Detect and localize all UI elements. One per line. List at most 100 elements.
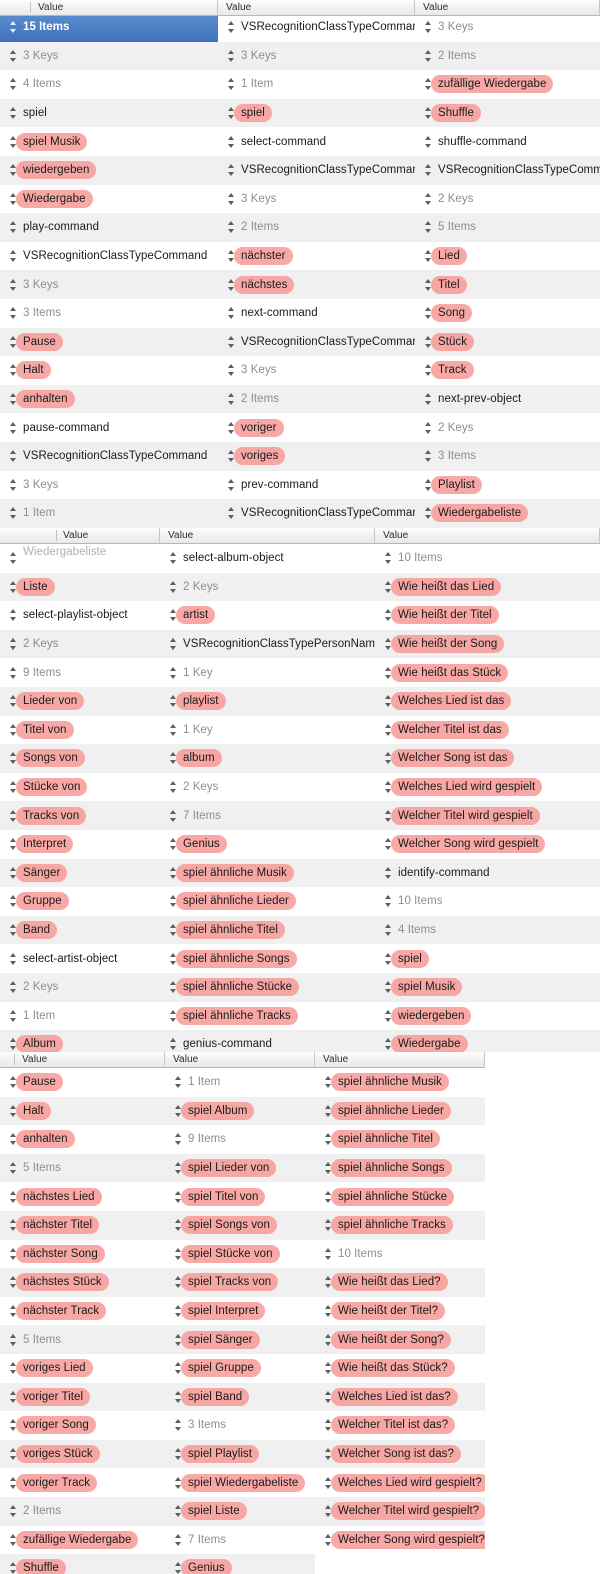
stepper-icon[interactable] xyxy=(169,637,178,651)
stepper-icon[interactable] xyxy=(227,335,236,349)
stepper-icon[interactable] xyxy=(324,1247,333,1261)
table-row[interactable]: spiel Musik xyxy=(0,127,218,156)
stepper-icon[interactable] xyxy=(424,49,433,63)
stepper-icon[interactable] xyxy=(9,666,18,680)
table-row[interactable]: Wie heißt das Stück? xyxy=(315,1353,485,1383)
table-row[interactable]: 3 Keys xyxy=(218,356,415,385)
table-row[interactable]: spiel ähnliche Tracks xyxy=(160,1001,375,1031)
stepper-icon[interactable] xyxy=(9,449,18,463)
column-header-p1c1[interactable]: Value xyxy=(0,0,218,16)
table-row[interactable]: Shuffle xyxy=(415,98,600,128)
table-row[interactable]: Shuffle xyxy=(0,1554,165,1574)
table-row[interactable]: nächster Song xyxy=(0,1239,165,1269)
stepper-icon[interactable] xyxy=(424,135,433,149)
table-row[interactable]: 2 Items xyxy=(415,41,600,71)
table-row[interactable]: 4 Items xyxy=(375,915,600,945)
column-header-p2c1[interactable]: Value xyxy=(0,528,160,544)
table-row[interactable]: 2 Items xyxy=(218,384,415,414)
column-header-p3c2[interactable]: Value xyxy=(165,1052,315,1068)
table-row[interactable]: Wiedergabeliste xyxy=(415,499,600,528)
table-row[interactable]: Welches Lied ist das xyxy=(375,686,600,716)
table-row[interactable]: VSRecognitionClassTypeCommand xyxy=(218,155,415,185)
table-row[interactable]: spiel Liste xyxy=(165,1496,315,1526)
table-row[interactable]: spiel ähnliche Stücke xyxy=(315,1182,485,1211)
table-row[interactable]: zufällige Wiedergabe xyxy=(415,70,600,99)
stepper-icon[interactable] xyxy=(227,220,236,234)
table-row[interactable]: 10 Items xyxy=(375,544,600,573)
table-row[interactable]: prev-command xyxy=(218,470,415,500)
stepper-icon[interactable] xyxy=(9,637,18,651)
table-row[interactable]: VSRecognitionClassTypeCommand xyxy=(0,441,218,471)
column-header-p3c1[interactable]: Value xyxy=(0,1052,165,1068)
value-column-p3c2[interactable]: Value 1 Item spiel Album 9 Items spiel Lied… xyxy=(165,1052,315,1574)
table-row[interactable]: play-command xyxy=(0,213,218,242)
table-row[interactable]: 2 Keys xyxy=(0,972,160,1002)
value-column-p1c1[interactable]: Value 15 Items 3 Keys 4 Items spiel spiel Mu… xyxy=(0,0,218,528)
table-row[interactable]: spiel Interpret xyxy=(165,1296,315,1326)
table-row[interactable]: voriges Stück xyxy=(0,1439,165,1469)
table-row[interactable]: nächster Track xyxy=(0,1296,165,1326)
table-row[interactable]: spiel Tracks von xyxy=(165,1268,315,1297)
column-header-p2c3[interactable]: Value xyxy=(375,528,600,544)
table-row[interactable]: album xyxy=(160,744,375,773)
table-row[interactable]: 1 Key xyxy=(160,658,375,687)
stepper-icon[interactable] xyxy=(424,392,433,406)
column-body-p2c2[interactable]: select-album-object 2 Keys artist VSRecogni… xyxy=(160,544,375,1052)
table-row[interactable]: 5 Items xyxy=(0,1153,165,1183)
stepper-icon[interactable] xyxy=(9,551,18,565)
table-row[interactable]: spiel ähnliche Tracks xyxy=(315,1210,485,1240)
table-row[interactable]: spiel ähnliche Lieder xyxy=(160,887,375,916)
value-column-p2c1[interactable]: Value Wiedergabeliste Liste select-playlis… xyxy=(0,528,160,1052)
table-row[interactable]: spiel xyxy=(0,98,218,128)
stepper-icon[interactable] xyxy=(174,1132,183,1146)
column-header-p3c3[interactable]: Value xyxy=(315,1052,485,1068)
table-row[interactable]: 1 Item xyxy=(165,1068,315,1097)
column-body-p1c1[interactable]: 15 Items 3 Keys 4 Items spiel spiel Musik wie… xyxy=(0,13,218,528)
table-row[interactable]: zufällige Wiedergabe xyxy=(0,1525,165,1555)
column-header-p1c3[interactable]: Value xyxy=(415,0,600,16)
stepper-icon[interactable] xyxy=(9,1504,18,1518)
stepper-icon[interactable] xyxy=(9,952,18,966)
stepper-icon[interactable] xyxy=(9,608,18,622)
table-row[interactable]: spiel Gruppe xyxy=(165,1353,315,1383)
table-row[interactable]: Stücke von xyxy=(0,772,160,802)
table-row[interactable]: Playlist xyxy=(415,470,600,500)
column-body-p1c2[interactable]: VSRecognitionClassTypeCommand 3 Keys 1 Ite… xyxy=(218,13,415,528)
value-column-p3c3[interactable]: Value spiel ähnliche Musik spiel ähnliche… xyxy=(315,1052,485,1574)
table-row[interactable]: Sänger xyxy=(0,858,160,888)
table-row[interactable]: voriges xyxy=(218,441,415,471)
table-row[interactable]: Songs von xyxy=(0,744,160,773)
table-row[interactable]: Genius xyxy=(160,829,375,859)
table-row[interactable]: spiel xyxy=(375,944,600,973)
table-row[interactable]: Stück xyxy=(415,327,600,357)
table-row[interactable]: Lieder von xyxy=(0,686,160,716)
stepper-icon[interactable] xyxy=(384,866,393,880)
table-row[interactable]: Welches Lied ist das? xyxy=(315,1382,485,1412)
stepper-icon[interactable] xyxy=(9,249,18,263)
stepper-icon[interactable] xyxy=(227,163,236,177)
table-row[interactable]: voriger Track xyxy=(0,1468,165,1497)
table-row[interactable]: spiel ähnliche Titel xyxy=(160,915,375,945)
stepper-icon[interactable] xyxy=(424,220,433,234)
table-row[interactable]: VSRecognitionClassTypeCommand xyxy=(0,241,218,271)
table-row[interactable]: 3 Keys xyxy=(0,270,218,299)
table-row[interactable]: Pause xyxy=(0,1068,165,1097)
table-row[interactable]: Track xyxy=(415,356,600,385)
table-row[interactable]: nächster Titel xyxy=(0,1210,165,1240)
table-row[interactable]: 2 Keys xyxy=(415,184,600,214)
table-row[interactable]: voriger xyxy=(218,413,415,442)
table-row[interactable]: 9 Items xyxy=(0,658,160,687)
table-row[interactable]: spiel ähnliche Stücke xyxy=(160,972,375,1002)
table-row[interactable]: Interpret xyxy=(0,829,160,859)
table-row[interactable]: Album xyxy=(0,1030,160,1052)
table-row[interactable]: next-command xyxy=(218,298,415,328)
stepper-icon[interactable] xyxy=(9,20,18,34)
table-row[interactable]: Welches Lied wird gespielt xyxy=(375,772,600,802)
table-row[interactable]: artist xyxy=(160,601,375,630)
table-row[interactable]: 1 Item xyxy=(0,499,218,528)
table-row[interactable]: Wie heißt der Song xyxy=(375,629,600,659)
table-row[interactable]: 2 Keys xyxy=(160,772,375,802)
column-header-p2c2[interactable]: Value xyxy=(160,528,375,544)
table-row[interactable]: Liste xyxy=(0,572,160,602)
stepper-icon[interactable] xyxy=(227,363,236,377)
